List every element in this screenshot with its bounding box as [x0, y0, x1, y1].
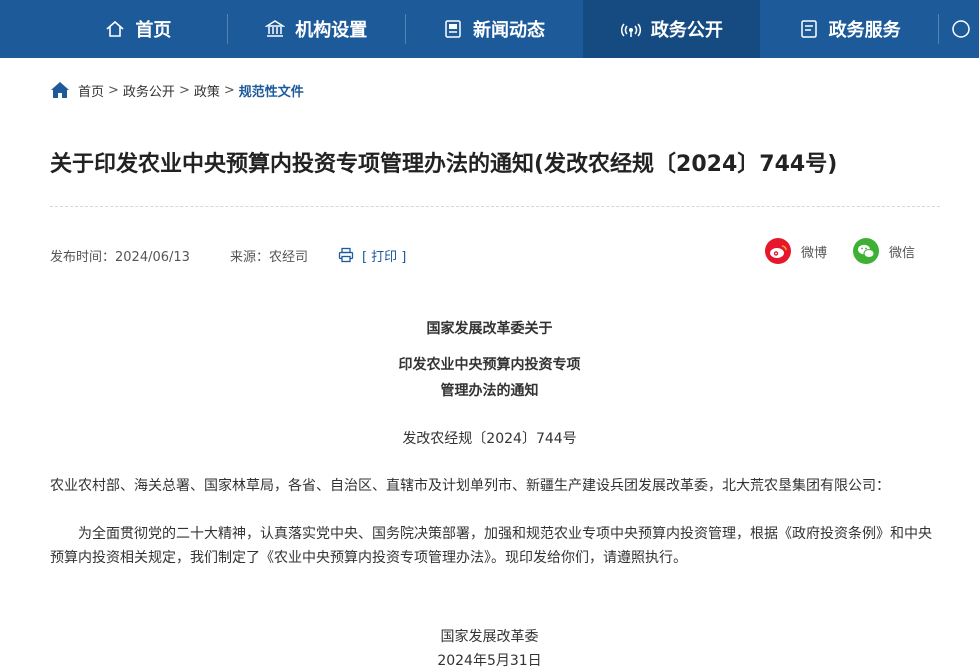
more-icon: [951, 19, 971, 39]
article-meta: 发布时间：2024/06/13 来源：农经司 [ 打印 ]: [50, 244, 406, 266]
article-source: 来源：农经司: [229, 249, 308, 265]
document-heading-line-3: 管理办法的通知: [440, 383, 539, 399]
home-icon: [105, 19, 125, 39]
breadcrumb-item-home[interactable]: 首页: [78, 81, 104, 100]
breadcrumb-separator: >: [178, 82, 190, 98]
share-wechat-label: 微信: [888, 245, 915, 261]
document-number: 发改农经规〔2024〕744号: [402, 431, 577, 447]
page-title: 关于印发农业中央预算内投资专项管理办法的通知(发改农经规〔2024〕744号): [50, 152, 838, 177]
document-heading-line-2: 印发农业中央预算内投资专项: [398, 357, 581, 373]
share-bar: 微博 微信: [764, 238, 915, 264]
print-button-label: [ 打印 ]: [361, 249, 407, 265]
printer-icon: [338, 247, 354, 263]
nav-item-label: 政务服务: [828, 20, 901, 41]
institution-icon: [265, 19, 286, 39]
broadcast-icon: [620, 19, 641, 39]
share-weibo-label: 微博: [800, 245, 827, 261]
nav-item-label: 政务公开: [650, 20, 723, 41]
print-button[interactable]: [ 打印 ]: [338, 246, 406, 265]
share-weibo-button[interactable]: 微博: [764, 238, 827, 264]
document-heading-line-1: 国家发展改革委关于: [426, 321, 553, 337]
nav-item-more[interactable]: [939, 0, 979, 58]
nav-item-government-affairs[interactable]: 政务公开: [583, 0, 761, 58]
breadcrumb-separator: >: [108, 82, 119, 98]
signature-date: 2024年5月31日: [437, 653, 542, 669]
news-icon: [443, 19, 463, 39]
nav-item-label: 首页: [135, 20, 172, 41]
share-wechat-button[interactable]: 微信: [852, 238, 915, 264]
publish-date: 发布时间：2024/06/13: [50, 249, 190, 265]
nav-item-news[interactable]: 新闻动态: [406, 0, 583, 58]
nav-item-home[interactable]: 首页: [50, 0, 227, 58]
breadcrumb-item-current[interactable]: 规范性文件: [239, 81, 304, 100]
top-nav: 首页 机构设置 新闻动态 政务公开 政务服务: [0, 0, 979, 58]
nav-item-services[interactable]: 政务服务: [761, 0, 938, 58]
signature-organization: 国家发展改革委: [440, 629, 539, 645]
title-divider: [50, 206, 940, 207]
weibo-icon: [764, 238, 791, 264]
breadcrumb: 首页 > 政务公开 > 政策 > 规范性文件: [50, 80, 304, 100]
breadcrumb-item-government-affairs[interactable]: 政务公开: [123, 81, 175, 100]
wechat-icon: [852, 238, 879, 264]
document-paragraph: 为全面贯彻党的二十大精神，认真落实党中央、国务院决策部署，加强和规范农业专项中央…: [50, 526, 932, 566]
nav-item-institutions[interactable]: 机构设置: [228, 0, 405, 58]
breadcrumb-separator: >: [223, 82, 235, 98]
breadcrumb-item-policy[interactable]: 政策: [194, 81, 220, 100]
nav-item-label: 机构设置: [295, 20, 368, 41]
home-icon: [51, 82, 69, 98]
service-icon: [799, 19, 819, 39]
document-recipients: 农业农村部、海关总署、国家林草局，各省、自治区、直辖市及计划单列市、新疆生产建设…: [50, 478, 890, 494]
nav-item-label: 新闻动态: [473, 20, 546, 41]
